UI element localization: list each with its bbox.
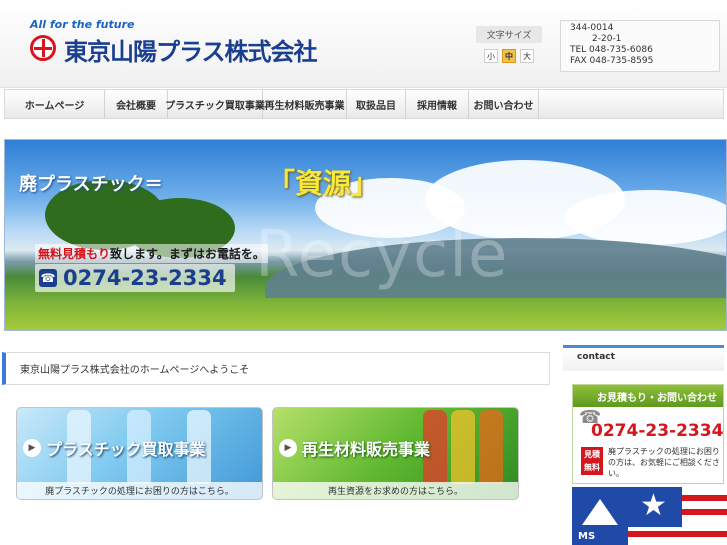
font-size-switcher: 文字サイズ 小 中 大	[476, 26, 542, 63]
flag-stripe	[682, 509, 727, 515]
company-mark-icon	[30, 35, 56, 61]
feature-title: プラスチック買取事業	[46, 440, 206, 459]
phone-icon: ☎	[39, 269, 57, 287]
nav-item-recycled-materials[interactable]: 再生材料販売事業	[263, 90, 347, 118]
contact-note: 廃プラスチックの処理にお困りの方は、お気軽にご相談ください。	[608, 447, 720, 478]
hero-banner: Recycle 廃プラスチック＝ 「資源」 無料見積もり致します。まずはお電話を…	[4, 139, 727, 331]
nav-item-plastic-buyback[interactable]: プラスチック買取事業	[165, 90, 265, 118]
hero-watermark: Recycle	[255, 218, 509, 292]
play-icon: ▶	[23, 439, 41, 457]
sidebar-contact-heading: contact	[563, 345, 724, 371]
company-name: 東京山陽プラス株式会社	[64, 38, 318, 66]
site-header: All for the future 東京山陽プラス株式会社 文字サイズ 小 中…	[0, 0, 727, 88]
address-box: 344-0014 2-20-1 TEL 048-735-6086 FAX 048…	[560, 20, 720, 72]
recycled-materials-banner[interactable]: ▶ 再生材料販売事業 再生資源をお求めの方はこちら。	[272, 407, 519, 500]
nav-item-home[interactable]: ホームページ	[5, 90, 105, 118]
hero-phone-number: 0274-23-2334	[63, 266, 227, 290]
ms-cert-logo: MS	[572, 487, 628, 545]
star-flag-logo: ★	[628, 487, 727, 545]
font-size-label: 文字サイズ	[476, 26, 542, 43]
tube-shape	[451, 410, 475, 484]
free-estimate-badge: 見積 無料	[581, 447, 603, 475]
hero-highlight: 「資源」	[267, 167, 380, 200]
nav-item-products[interactable]: 取扱品目	[347, 90, 406, 118]
contact-card[interactable]: お見積もり・お問い合わせ ☎ 0274-23-2334 見積 無料 廃プラスチッ…	[572, 384, 724, 484]
hero-phone[interactable]: ☎ 0274-23-2334	[35, 264, 235, 292]
flag-stripe	[682, 495, 727, 501]
tel-number: TEL 048-735-6086	[570, 45, 653, 55]
fax-number: FAX 048-735-8595	[570, 56, 654, 66]
font-size-medium-button[interactable]: 中	[502, 49, 516, 63]
page-heading: 東京山陽プラス株式会社のホームページへようこそ	[2, 352, 550, 385]
nav-item-contact[interactable]: お問い合わせ	[469, 90, 539, 118]
plastic-buyback-banner[interactable]: ▶ プラスチック買取事業 廃プラスチックの処理にお困りの方はこちら。	[16, 407, 263, 500]
cloud-shape	[565, 190, 726, 245]
certification-logos: MS ★	[572, 487, 727, 545]
feature-title: 再生材料販売事業	[302, 440, 431, 459]
font-size-small-button[interactable]: 小	[484, 49, 498, 63]
feature-caption: 再生資源をお求めの方はこちら。	[273, 482, 518, 499]
font-size-large-button[interactable]: 大	[520, 49, 534, 63]
tagline: All for the future	[30, 18, 135, 31]
mountain-icon	[582, 499, 618, 525]
global-nav: ホームページ 会社概要 プラスチック買取事業 再生材料販売事業 取扱品目 採用情…	[4, 89, 724, 119]
postal-code: 344-0014	[570, 23, 614, 33]
nav-item-recruit[interactable]: 採用情報	[406, 90, 469, 118]
contact-card-title: お見積もり・お問い合わせ	[573, 385, 723, 407]
hero-title: 廃プラスチック＝	[19, 174, 163, 195]
estimate-text: 致します。まずはお電話を。	[110, 247, 265, 261]
flag-stripe	[628, 531, 727, 537]
tube-shape	[479, 410, 503, 484]
star-icon: ★	[640, 488, 667, 523]
hero-estimate: 無料見積もり致します。まずはお電話を。	[35, 244, 268, 263]
nav-item-company[interactable]: 会社概要	[105, 90, 168, 118]
play-icon: ▶	[279, 439, 297, 457]
contact-phone-number: 0274-23-2334	[591, 421, 724, 441]
cert-label: MS	[578, 531, 596, 542]
street-address: 2-20-1	[592, 34, 622, 44]
feature-caption: 廃プラスチックの処理にお困りの方はこちら。	[17, 482, 262, 499]
free-estimate-text: 無料見積もり	[38, 247, 111, 261]
